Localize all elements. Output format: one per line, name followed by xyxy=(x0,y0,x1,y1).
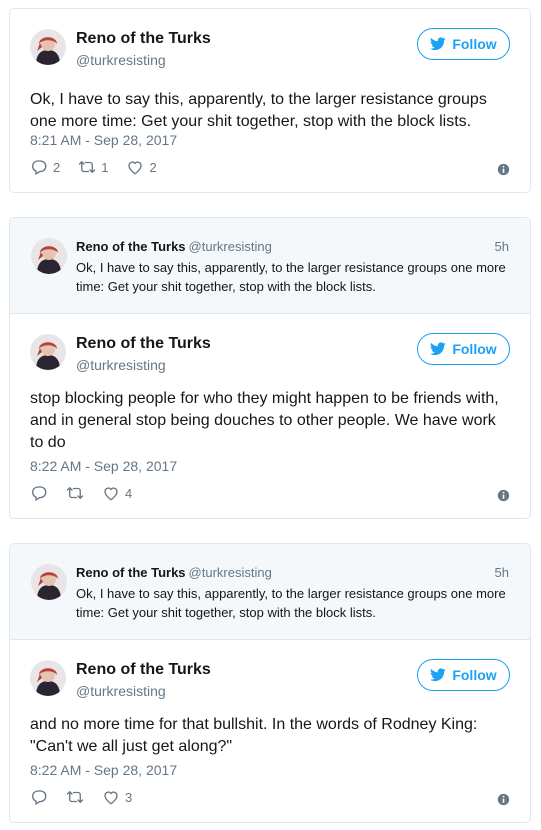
author-handle[interactable]: @turkresisting xyxy=(76,52,166,68)
author-name[interactable]: Reno of the Turks xyxy=(76,335,211,353)
reply-button[interactable]: 2 xyxy=(30,158,60,176)
tweet-text: stop blocking people for who they might … xyxy=(30,390,499,451)
avatar[interactable] xyxy=(31,564,67,600)
twitter-bird-icon xyxy=(430,668,447,682)
timestamp[interactable]: 8:21 AM - Sep 28, 2017 xyxy=(30,132,177,148)
retweet-button[interactable] xyxy=(66,484,84,502)
author-handle[interactable]: @turkresisting xyxy=(76,357,166,373)
heart-icon xyxy=(104,487,118,501)
follow-label: Follow xyxy=(452,36,497,52)
timestamp[interactable]: 8:22 AM - Sep 28, 2017 xyxy=(30,762,177,778)
like-count: 2 xyxy=(149,159,157,175)
retweet-button[interactable] xyxy=(66,788,84,806)
like-count: 3 xyxy=(125,789,133,805)
info-icon[interactable] xyxy=(497,793,510,806)
parent-author[interactable]: Reno of the Turks @turkresisting xyxy=(76,565,272,580)
like-button[interactable]: 3 xyxy=(102,788,132,806)
action-bar: 3 xyxy=(30,787,150,807)
avatar[interactable] xyxy=(31,238,67,274)
retweet-count: 1 xyxy=(101,159,109,175)
like-count: 4 xyxy=(125,485,133,501)
timestamp[interactable]: 8:22 AM - Sep 28, 2017 xyxy=(30,458,177,474)
reply-count: 2 xyxy=(53,159,61,175)
retweet-icon xyxy=(79,161,96,173)
info-icon[interactable] xyxy=(497,489,510,502)
tweet-text: and no more time for that bullshit. In t… xyxy=(30,716,478,755)
retweet-icon xyxy=(66,791,84,803)
follow-label: Follow xyxy=(452,667,497,683)
like-button[interactable]: 2 xyxy=(126,158,157,176)
parent-author[interactable]: Reno of the Turks @turkresisting xyxy=(76,239,272,254)
tweet-card: Reno of the Turks @turkresisting Follow … xyxy=(9,8,531,193)
parent-author-name: Reno of the Turks xyxy=(76,239,186,254)
parent-timestamp[interactable]: 5h xyxy=(495,239,509,254)
reply-icon xyxy=(32,486,47,501)
follow-button[interactable]: Follow xyxy=(417,28,510,60)
parent-tweet[interactable]: Reno of the Turks @turkresisting 5h Ok, I… xyxy=(10,544,530,640)
twitter-bird-icon xyxy=(430,37,447,51)
heart-icon xyxy=(104,791,118,805)
parent-author-name: Reno of the Turks xyxy=(76,565,186,580)
author-handle[interactable]: @turkresisting xyxy=(76,683,166,699)
avatar[interactable] xyxy=(30,29,66,65)
action-bar: 2 1 2 xyxy=(30,157,175,177)
action-bar: 4 xyxy=(30,483,150,503)
like-button[interactable]: 4 xyxy=(102,484,132,502)
reply-button[interactable] xyxy=(30,788,48,806)
retweet-button[interactable]: 1 xyxy=(78,158,108,176)
follow-button[interactable]: Follow xyxy=(417,333,510,365)
avatar[interactable] xyxy=(30,660,66,696)
parent-tweet-text: Ok, I have to say this, apparently, to t… xyxy=(76,260,506,294)
retweet-icon xyxy=(66,487,84,499)
parent-author-handle: @turkresisting xyxy=(188,565,272,580)
parent-timestamp[interactable]: 5h xyxy=(495,565,509,580)
info-icon[interactable] xyxy=(497,163,510,176)
author-name[interactable]: Reno of the Turks xyxy=(76,661,211,679)
heart-icon xyxy=(128,161,143,175)
follow-button[interactable]: Follow xyxy=(417,659,510,691)
tweet-card: Reno of the Turks @turkresisting 5h Ok, I… xyxy=(9,217,531,519)
parent-author-handle: @turkresisting xyxy=(188,239,272,254)
tweet-card: Reno of the Turks @turkresisting 5h Ok, I… xyxy=(9,543,531,823)
reply-icon xyxy=(32,790,47,805)
reply-button[interactable] xyxy=(30,484,48,502)
reply-icon xyxy=(32,160,47,175)
parent-tweet-text: Ok, I have to say this, apparently, to t… xyxy=(76,586,506,620)
avatar[interactable] xyxy=(30,334,66,370)
parent-tweet[interactable]: Reno of the Turks @turkresisting 5h Ok, I… xyxy=(10,218,530,314)
twitter-bird-icon xyxy=(430,342,447,356)
author-name[interactable]: Reno of the Turks xyxy=(76,30,211,48)
tweet-text: Ok, I have to say this, apparently, to t… xyxy=(30,91,487,130)
follow-label: Follow xyxy=(452,341,497,357)
